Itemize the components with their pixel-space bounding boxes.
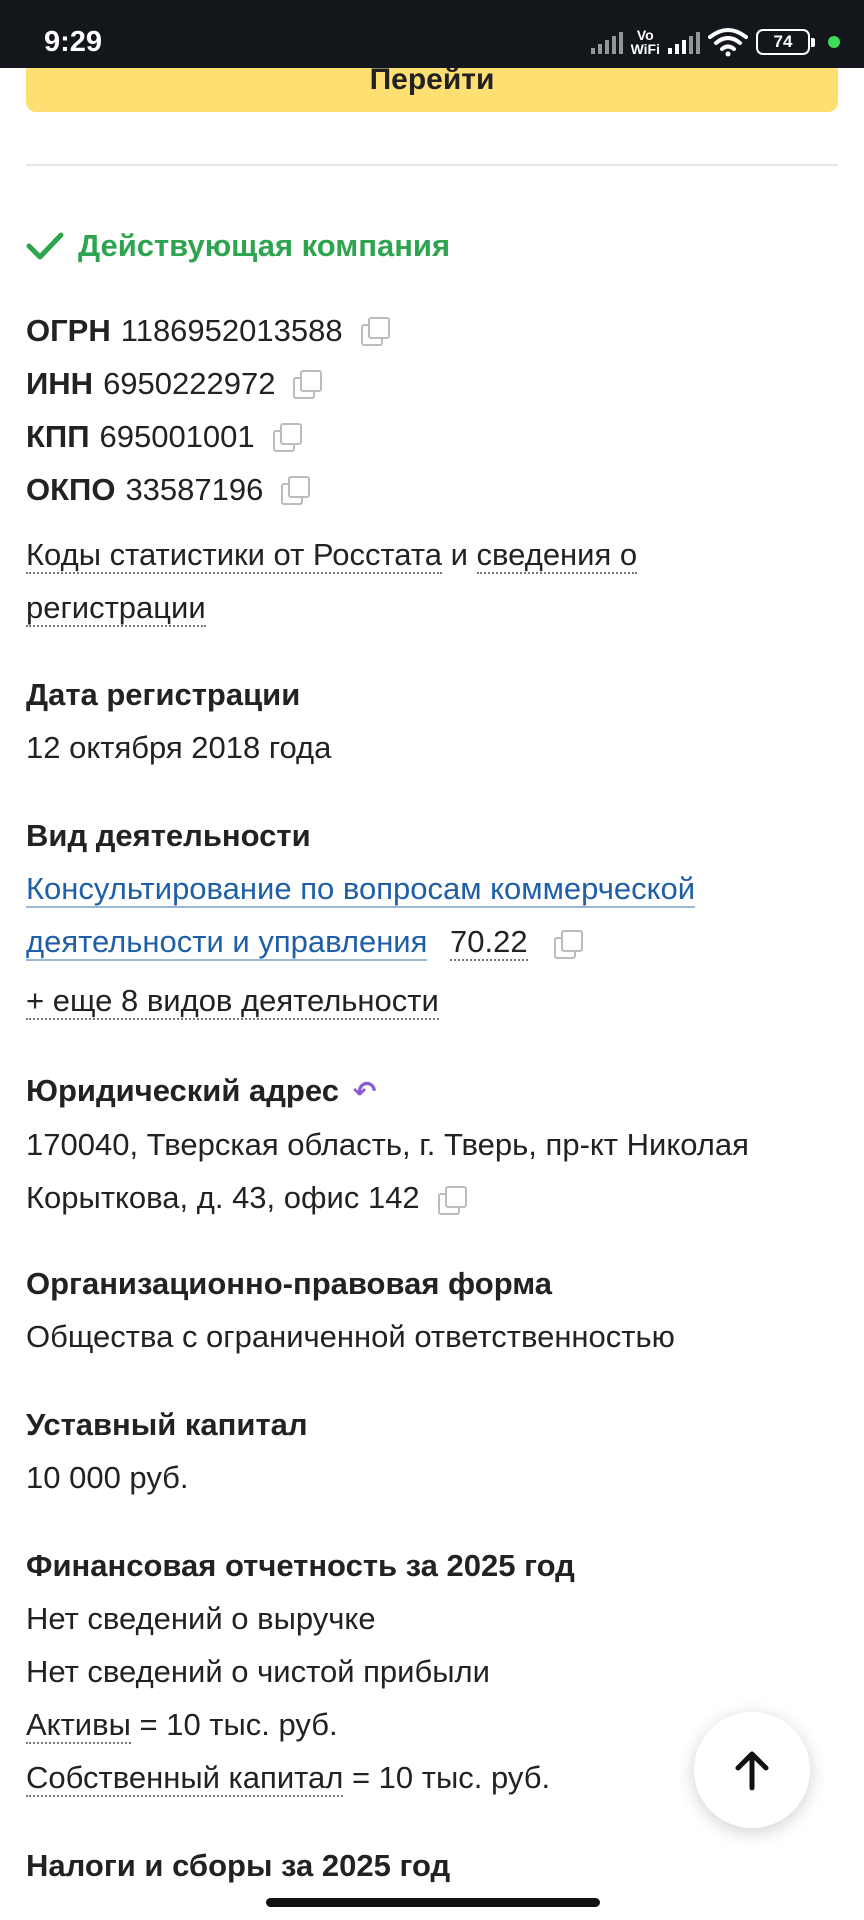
arrow-up-icon — [735, 1751, 769, 1791]
privacy-dot-icon — [828, 36, 840, 48]
section-title: Дата регистрации — [26, 677, 301, 712]
copy-icon[interactable] — [281, 476, 311, 505]
address-line: 170040, Тверская область, г. Тверь, пр-к… — [26, 1127, 749, 1162]
address-line: Корыткова, д. 43, офис 142 — [26, 1180, 420, 1215]
code-row-ogrn: ОГРН 1186952013588 — [26, 313, 390, 349]
code-key: ИНН — [26, 366, 94, 401]
copy-icon[interactable] — [554, 929, 584, 959]
cell-signal-2-icon — [668, 30, 700, 54]
code-value: 33587196 — [125, 472, 264, 507]
more-activities-link[interactable]: + еще 8 видов деятельности — [26, 983, 439, 1020]
company-status: Действующая компания — [26, 228, 450, 264]
wifi-icon — [708, 28, 748, 57]
section-title-wrap: Юридический адрес ↶ — [26, 1064, 838, 1118]
divider — [26, 164, 838, 166]
section-title: Финансовая отчетность за 2025 год — [26, 1548, 575, 1583]
code-row-okpo: ОКПО 33587196 — [26, 472, 311, 508]
battery-icon: 74 — [756, 29, 815, 55]
assets-link[interactable]: Активы — [26, 1707, 131, 1744]
section-title: Уставный капитал — [26, 1407, 308, 1442]
registration-info-link[interactable]: сведения о — [476, 537, 638, 574]
conjunction-text: и — [450, 537, 468, 572]
status-bar: 9:29 Vo WiFi 74 — [0, 0, 864, 68]
capital-section: Уставный капитал 10 000 руб. — [26, 1398, 838, 1504]
check-icon — [26, 232, 64, 260]
assets-value: = 10 тыс. руб. — [139, 1707, 338, 1742]
registration-info-link-cont[interactable]: регистрации — [26, 590, 206, 627]
vowifi-icon: Vo WiFi — [630, 27, 660, 57]
status-time: 9:29 — [44, 26, 103, 58]
taxes-section: Налоги и сборы за 2025 год — [26, 1839, 838, 1892]
legal-form: Общества с ограниченной ответственностью — [26, 1319, 675, 1354]
code-value: 6950222972 — [103, 366, 276, 401]
history-icon[interactable]: ↶ — [353, 1065, 376, 1118]
registration-date-section: Дата регистрации 12 октября 2018 года — [26, 668, 838, 774]
section-title: Юридический адрес — [26, 1073, 339, 1108]
copy-icon[interactable] — [437, 1185, 467, 1215]
rosstat-codes-link[interactable]: Коды статистики от Росстата — [26, 537, 442, 574]
home-indicator[interactable] — [266, 1898, 600, 1907]
code-row-kpp: КПП 695001001 — [26, 419, 302, 455]
code-key: ОГРН — [26, 313, 111, 348]
activity-link[interactable]: Консультирование по вопросам коммерческо… — [26, 871, 696, 908]
finance-profit: Нет сведений о чистой прибыли — [26, 1654, 490, 1689]
equity-link[interactable]: Собственный капитал — [26, 1760, 344, 1797]
code-key: КПП — [26, 419, 90, 454]
section-title: Вид деятельности — [26, 818, 311, 853]
section-title: Организационно-правовая форма — [26, 1266, 553, 1301]
status-icons: Vo WiFi 74 — [590, 24, 840, 60]
finance-revenue: Нет сведений о выручке — [26, 1601, 376, 1636]
equity-value: = 10 тыс. руб. — [351, 1760, 551, 1795]
copy-icon[interactable] — [360, 317, 390, 346]
copy-icon[interactable] — [272, 423, 302, 452]
company-status-text: Действующая компания — [78, 228, 451, 263]
code-key: ОКПО — [26, 472, 116, 507]
cell-signal-icon — [590, 30, 623, 54]
activity-code[interactable]: 70.22 — [450, 924, 528, 961]
legal-form-section: Организационно-правовая форма Общества с… — [26, 1257, 838, 1363]
section-title: Налоги и сборы за 2025 год — [26, 1848, 451, 1883]
stat-links: Коды статистики от Росстата и сведения о… — [26, 528, 838, 634]
activity-section: Вид деятельности Консультирование по воп… — [26, 809, 838, 1027]
registration-date: 12 октября 2018 года — [26, 730, 332, 765]
scroll-top-button[interactable] — [694, 1712, 810, 1828]
address-section: Юридический адрес ↶ 170040, Тверская обла… — [26, 1064, 838, 1224]
code-value: 1186952013588 — [120, 313, 343, 348]
code-row-inn: ИНН 6950222972 — [26, 366, 323, 402]
copy-icon[interactable] — [293, 370, 323, 399]
activity-link-cont[interactable]: деятельности и управления — [26, 924, 428, 961]
code-value: 695001001 — [99, 419, 255, 454]
capital-value: 10 000 руб. — [26, 1460, 189, 1495]
